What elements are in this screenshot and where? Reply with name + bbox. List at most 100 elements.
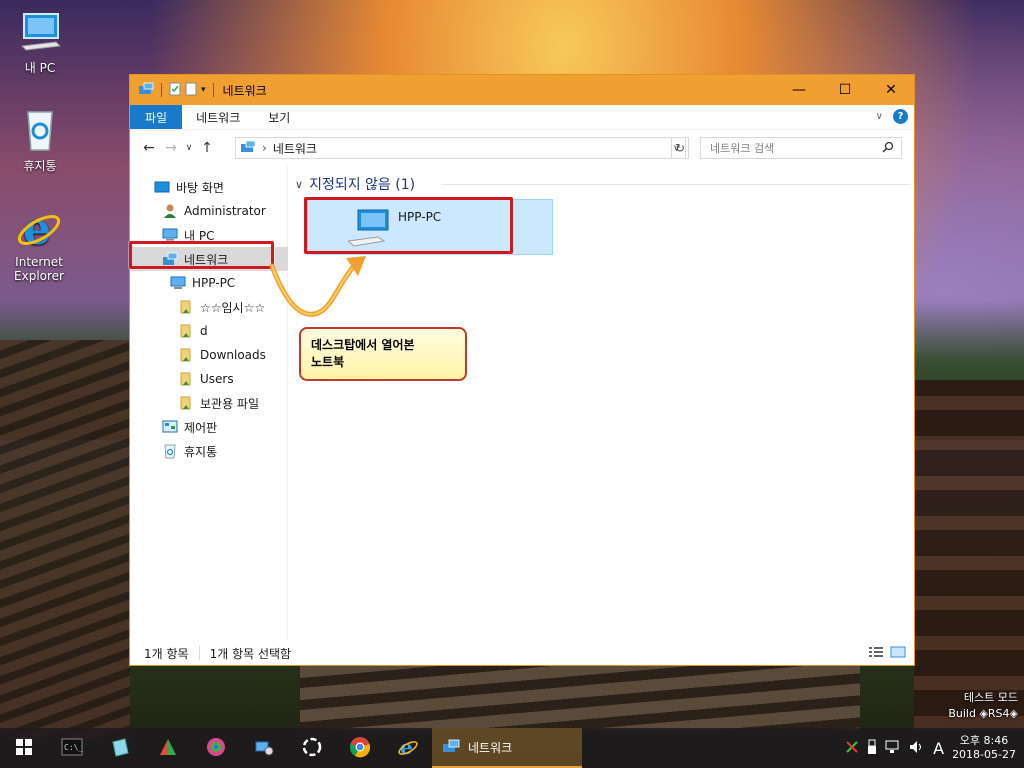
- nav-item-recycle-bin[interactable]: 휴지통: [130, 439, 288, 463]
- color-wheel-icon: [205, 736, 227, 761]
- callout-line: 노트북: [311, 355, 345, 369]
- internet-explorer-icon: e: [15, 204, 63, 255]
- desktop-icon-label: 내 PC: [24, 61, 56, 75]
- navigation-bar: ← → ∨ ↑ › 네트워크 ∨ ↻ 네트워크 검색: [130, 129, 914, 165]
- svg-text:C:\_: C:\_: [64, 743, 83, 752]
- ribbon-tabs: 파일 네트워크 보기 ∨ ?: [130, 105, 914, 129]
- group-header-divider: [441, 184, 911, 185]
- nav-item-label: d: [200, 324, 208, 338]
- network-folder-icon: [138, 82, 154, 99]
- callout-line: 데스크탑에서 열어본: [311, 338, 415, 352]
- watermark-line: 테스트 모드: [963, 691, 1018, 704]
- tray-network-icon[interactable]: [885, 740, 901, 757]
- customize-quick-access-icon[interactable]: ▾: [201, 85, 206, 95]
- annotation-callout: 데스크탑에서 열어본 노트북: [299, 327, 467, 381]
- properties-icon[interactable]: [169, 82, 181, 99]
- nav-item-control-panel[interactable]: 제어판: [130, 415, 288, 439]
- recent-locations-icon[interactable]: ∨: [182, 143, 196, 153]
- new-folder-icon[interactable]: [185, 82, 197, 99]
- network-icon: [240, 140, 256, 157]
- desktop-railing: [914, 380, 1024, 730]
- forward-arrow-icon[interactable]: →: [160, 140, 182, 156]
- tray-tool-icon[interactable]: [845, 740, 859, 757]
- nav-item-desktop[interactable]: 바탕 화면: [130, 175, 288, 199]
- desktop-icon-internet-explorer[interactable]: e Internet Explorer: [6, 204, 72, 283]
- taskbar-app-network-setup[interactable]: [240, 728, 288, 768]
- taskbar-app-capture[interactable]: [288, 728, 336, 768]
- address-bar[interactable]: › 네트워크 ∨: [235, 137, 686, 159]
- nav-item-label: HPP-PC: [192, 276, 236, 290]
- minimize-button[interactable]: —: [776, 75, 822, 105]
- tab-network[interactable]: 네트워크: [182, 105, 254, 129]
- computer-icon: [170, 275, 186, 291]
- nav-item-label: 보관용 파일: [200, 396, 260, 411]
- nav-item-shared-folder[interactable]: 보관용 파일: [130, 391, 288, 415]
- highlight-nav-network: [129, 241, 274, 269]
- computer-icon: [16, 8, 64, 56]
- search-input[interactable]: 네트워크 검색: [700, 137, 902, 159]
- internet-explorer-icon: e: [397, 735, 419, 761]
- nav-item-label: ☆☆임시☆☆: [200, 300, 266, 315]
- clock-date: 2018-05-27: [952, 748, 1016, 761]
- group-header[interactable]: ∨ 지정되지 않음 (1): [295, 174, 911, 194]
- group-header-label: 지정되지 않음 (1): [309, 177, 416, 193]
- network-setup-icon: [253, 736, 275, 761]
- status-bar: 1개 항목 1개 항목 선택함: [130, 641, 914, 665]
- refresh-icon[interactable]: ↻: [671, 137, 689, 159]
- tray-volume-icon[interactable]: [909, 740, 925, 757]
- highlight-hpp-pc: [304, 197, 513, 254]
- taskbar-internet-explorer[interactable]: e: [384, 728, 432, 768]
- details-view-icon[interactable]: [868, 646, 884, 661]
- shared-folder-icon: [178, 371, 194, 387]
- nav-item-label: Administrator: [184, 204, 266, 218]
- large-icons-view-icon[interactable]: [890, 646, 906, 661]
- nav-item-administrator[interactable]: Administrator: [130, 199, 288, 223]
- tray-usb-icon[interactable]: [867, 739, 877, 758]
- tab-view[interactable]: 보기: [254, 105, 304, 129]
- explorer-body: 바탕 화면 Administrator 내 PC 네트워크 HPP-PC ☆☆임…: [130, 166, 914, 641]
- desktop-icon-label: 휴지통: [23, 159, 57, 173]
- nav-item-shared-folder[interactable]: Users: [130, 367, 288, 391]
- back-arrow-icon[interactable]: ←: [138, 140, 160, 156]
- user-icon: [162, 203, 178, 219]
- up-arrow-icon[interactable]: ↑: [196, 140, 218, 156]
- nav-item-label: 제어판: [184, 420, 218, 435]
- recycle-bin-icon: [162, 443, 178, 459]
- nav-item-label: 휴지통: [184, 444, 218, 459]
- status-selected-count: 1개 항목 선택함: [209, 646, 292, 661]
- tab-file[interactable]: 파일: [130, 105, 183, 129]
- address-path[interactable]: 네트워크: [273, 140, 317, 157]
- desktop-stairs-bottom: [300, 666, 860, 730]
- desktop-icon-label: Internet Explorer: [14, 255, 64, 283]
- system-tray: A 오후 8:46 2018-05-27: [845, 728, 1016, 768]
- ime-indicator[interactable]: A: [933, 739, 944, 758]
- nav-item-label: Downloads: [200, 348, 266, 362]
- start-button[interactable]: [0, 728, 48, 768]
- shared-folder-icon: [178, 347, 194, 363]
- capture-icon: [301, 736, 323, 761]
- taskbar-app-label: 네트워크: [468, 740, 513, 755]
- status-item-count: 1개 항목: [144, 646, 189, 661]
- chevron-right-icon[interactable]: ›: [262, 141, 267, 155]
- title-bar[interactable]: ▾ 네트워크 — ☐ ✕: [130, 75, 914, 105]
- taskbar-chrome[interactable]: [336, 728, 384, 768]
- taskbar-app-chart[interactable]: [144, 728, 192, 768]
- title-separator: [161, 83, 162, 97]
- maximize-button[interactable]: ☐: [822, 75, 868, 105]
- expand-ribbon-icon[interactable]: ∨: [876, 111, 883, 122]
- status-separator: [198, 646, 200, 660]
- help-icon[interactable]: ?: [893, 109, 908, 124]
- search-placeholder: 네트워크 검색: [710, 142, 775, 155]
- close-button[interactable]: ✕: [868, 75, 914, 105]
- taskbar-command-prompt[interactable]: C:\_: [48, 728, 96, 768]
- chevron-down-icon[interactable]: ∨: [295, 178, 303, 191]
- window-title: 네트워크: [222, 83, 267, 98]
- clock[interactable]: 오후 8:46 2018-05-27: [952, 734, 1016, 762]
- desktop-icon-recycle-bin[interactable]: 휴지통: [8, 106, 72, 174]
- desktop-icon: [154, 179, 170, 195]
- desktop-icon-my-pc[interactable]: 내 PC: [8, 8, 72, 76]
- taskbar-app-glass[interactable]: [96, 728, 144, 768]
- taskbar-app-colors[interactable]: [192, 728, 240, 768]
- pie-app-icon: [157, 736, 179, 761]
- taskbar-explorer-network[interactable]: 네트워크: [432, 728, 582, 768]
